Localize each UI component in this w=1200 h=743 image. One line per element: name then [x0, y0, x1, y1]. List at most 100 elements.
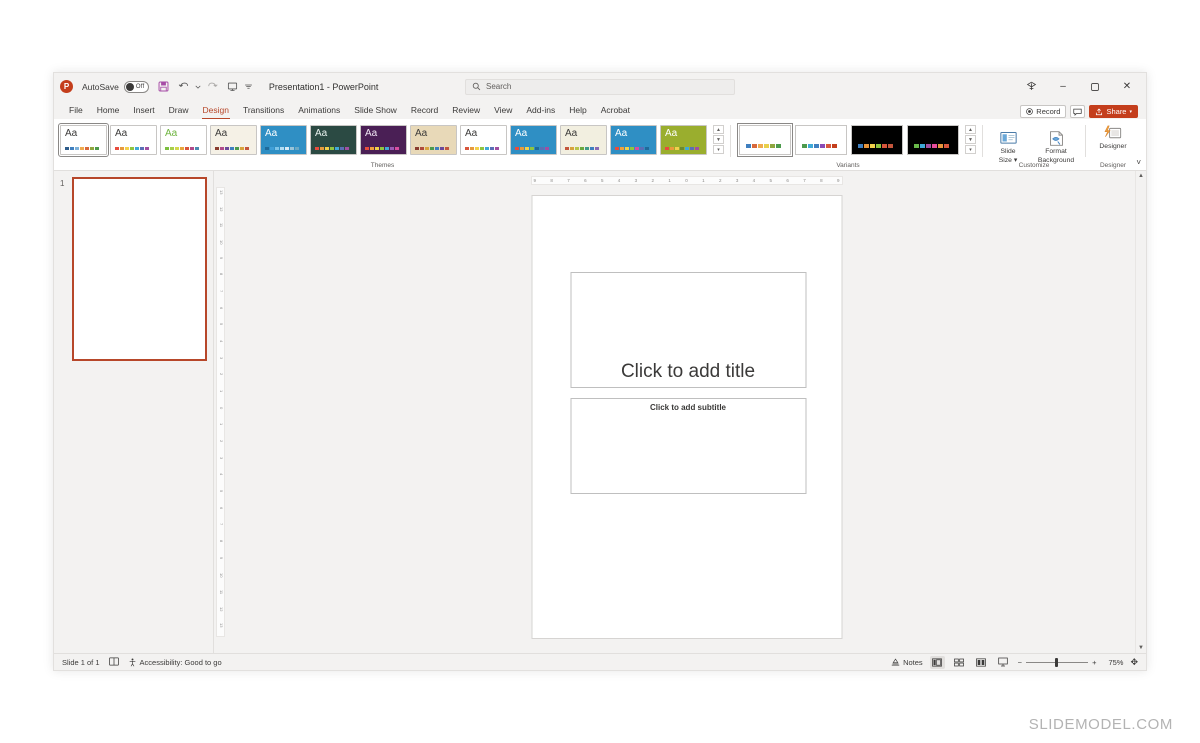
view-normal-button[interactable] [929, 655, 945, 669]
tab-help[interactable]: Help [562, 102, 593, 119]
tab-record[interactable]: Record [404, 102, 445, 119]
close-button[interactable]: ✕ [1112, 76, 1142, 98]
search-input[interactable]: Search [465, 78, 735, 95]
zoom-out-button[interactable]: − [1018, 658, 1022, 667]
fit-to-window-button[interactable]: ✥ [1130, 657, 1138, 668]
tab-transitions[interactable]: Transitions [236, 102, 291, 119]
search-icon [472, 82, 481, 91]
start-presentation-icon[interactable] [223, 77, 242, 96]
slide-size-button[interactable]: Slide Size ▾ [987, 126, 1029, 165]
tab-animations[interactable]: Animations [291, 102, 347, 119]
zoom-track[interactable] [1026, 657, 1089, 667]
variants-scroll-down-icon[interactable]: ▼ [965, 135, 976, 144]
theme-color-swatches [465, 147, 499, 150]
tab-insert[interactable]: Insert [126, 102, 161, 119]
theme-slice-dark[interactable]: Aa [310, 125, 357, 155]
share-label: Share [1106, 107, 1127, 116]
theme-wood-type[interactable]: Aa [210, 125, 257, 155]
ruler-tick: 3 [219, 456, 224, 459]
theme-banded[interactable]: Aa [610, 125, 657, 155]
theme-savon[interactable]: Aa [660, 125, 707, 155]
title-placeholder[interactable]: Click to add title [570, 272, 806, 388]
designer-button[interactable]: Designer [1090, 121, 1136, 151]
share-caret-icon[interactable]: ▾ [1129, 109, 1132, 115]
zoom-in-button[interactable]: + [1092, 658, 1096, 667]
notes-button[interactable]: Notes [891, 658, 923, 667]
tab-slide-show[interactable]: Slide Show [347, 102, 404, 119]
ruler-tick: 8 [219, 540, 224, 543]
accessibility-status[interactable]: Accessibility: Good to go [128, 658, 222, 667]
undo-icon[interactable] [174, 77, 193, 96]
view-slide-sorter-button[interactable] [952, 656, 967, 669]
slide-thumbnail-1[interactable] [72, 177, 207, 361]
tab-home[interactable]: Home [90, 102, 127, 119]
slide-canvas[interactable]: Click to add title Click to add subtitle [531, 195, 842, 639]
theme-color-swatches [415, 147, 449, 150]
slide-thumbnail-pane[interactable]: 1 [54, 171, 214, 653]
ruler-tick: 2 [219, 373, 224, 376]
variant-1[interactable] [737, 123, 793, 157]
theme-parcel[interactable]: Aa [410, 125, 457, 155]
ruler-tick: 10 [219, 240, 224, 245]
tab-add-ins[interactable]: Add-ins [519, 102, 562, 119]
save-icon[interactable] [154, 77, 173, 96]
group-divider [730, 125, 731, 157]
tab-acrobat[interactable]: Acrobat [594, 102, 637, 119]
ruler-tick: 4 [219, 340, 224, 343]
scroll-up-arrow-icon[interactable]: ▲ [1138, 173, 1144, 179]
subtitle-placeholder[interactable]: Click to add subtitle [570, 398, 806, 494]
variants-scroll-up-icon[interactable]: ▲ [965, 125, 976, 134]
theme-color-swatches [65, 147, 99, 150]
themes-scroll-down-icon[interactable]: ▼ [713, 135, 724, 144]
undo-dropdown-icon[interactable] [194, 77, 202, 96]
tab-view[interactable]: View [487, 102, 519, 119]
format-background-button[interactable]: Format Background [1031, 126, 1081, 165]
autosave-toggle[interactable]: Off [123, 80, 149, 93]
customize-qat-icon[interactable] [243, 77, 255, 96]
redo-icon[interactable] [203, 77, 222, 96]
powerpoint-window: P AutoSave Off Presentation1 - PowerPoin… [53, 72, 1147, 671]
view-reading-button[interactable] [974, 656, 989, 669]
ruler-tick: 8 [820, 178, 823, 183]
maximize-button[interactable] [1080, 76, 1110, 98]
ruler-tick: 8 [550, 178, 553, 183]
tab-design[interactable]: Design [196, 102, 236, 119]
theme-dividend[interactable]: Aa [560, 125, 607, 155]
ruler-tick: 2 [219, 440, 224, 443]
share-button[interactable]: Share ▾ [1089, 105, 1138, 118]
theme-quotable[interactable]: Aa [360, 125, 407, 155]
variant-2[interactable] [795, 125, 847, 155]
theme-droplet[interactable]: Aa [260, 125, 307, 155]
view-slide-show-button[interactable] [996, 656, 1011, 669]
themes-scroll-up-icon[interactable]: ▲ [713, 125, 724, 134]
theme-color-swatches [515, 147, 549, 150]
ruler-tick: 6 [786, 178, 789, 183]
themes-more-icon[interactable]: ▾ [713, 145, 724, 154]
theme-office[interactable]: Aa [58, 123, 109, 157]
notes-page-icon[interactable] [108, 653, 119, 670]
theme-basis[interactable]: Aa [460, 125, 507, 155]
minimize-button[interactable]: – [1048, 76, 1078, 98]
ruler-tick: 13 [219, 190, 224, 195]
comments-button[interactable] [1070, 105, 1086, 118]
zoom-handle[interactable] [1055, 657, 1059, 667]
theme-berlin[interactable]: Aa [110, 125, 157, 155]
tab-draw[interactable]: Draw [162, 102, 196, 119]
theme-color-swatches [265, 147, 299, 150]
variant-4[interactable] [907, 125, 959, 155]
variant-color-swatches [858, 144, 893, 148]
theme-celestial[interactable]: Aa [160, 125, 207, 155]
ruler-tick: 1 [219, 423, 224, 426]
tab-review[interactable]: Review [445, 102, 487, 119]
theme-ion-boardroom[interactable]: Aa [510, 125, 557, 155]
variant-3[interactable] [851, 125, 903, 155]
tab-file[interactable]: File [62, 102, 90, 119]
canvas-vertical-scrollbar[interactable]: ▲ ▼ [1135, 171, 1146, 653]
title-bar: P AutoSave Off Presentation1 - PowerPoin… [54, 73, 1146, 100]
scroll-down-arrow-icon[interactable]: ▼ [1138, 645, 1144, 651]
collapse-ribbon-icon[interactable]: ˅ [1136, 158, 1141, 167]
record-button[interactable]: Record [1020, 105, 1067, 118]
ribbon-display-options-icon[interactable] [1016, 76, 1046, 98]
variants-more-icon[interactable]: ▾ [965, 145, 976, 154]
zoom-slider[interactable]: − + [1018, 657, 1096, 667]
